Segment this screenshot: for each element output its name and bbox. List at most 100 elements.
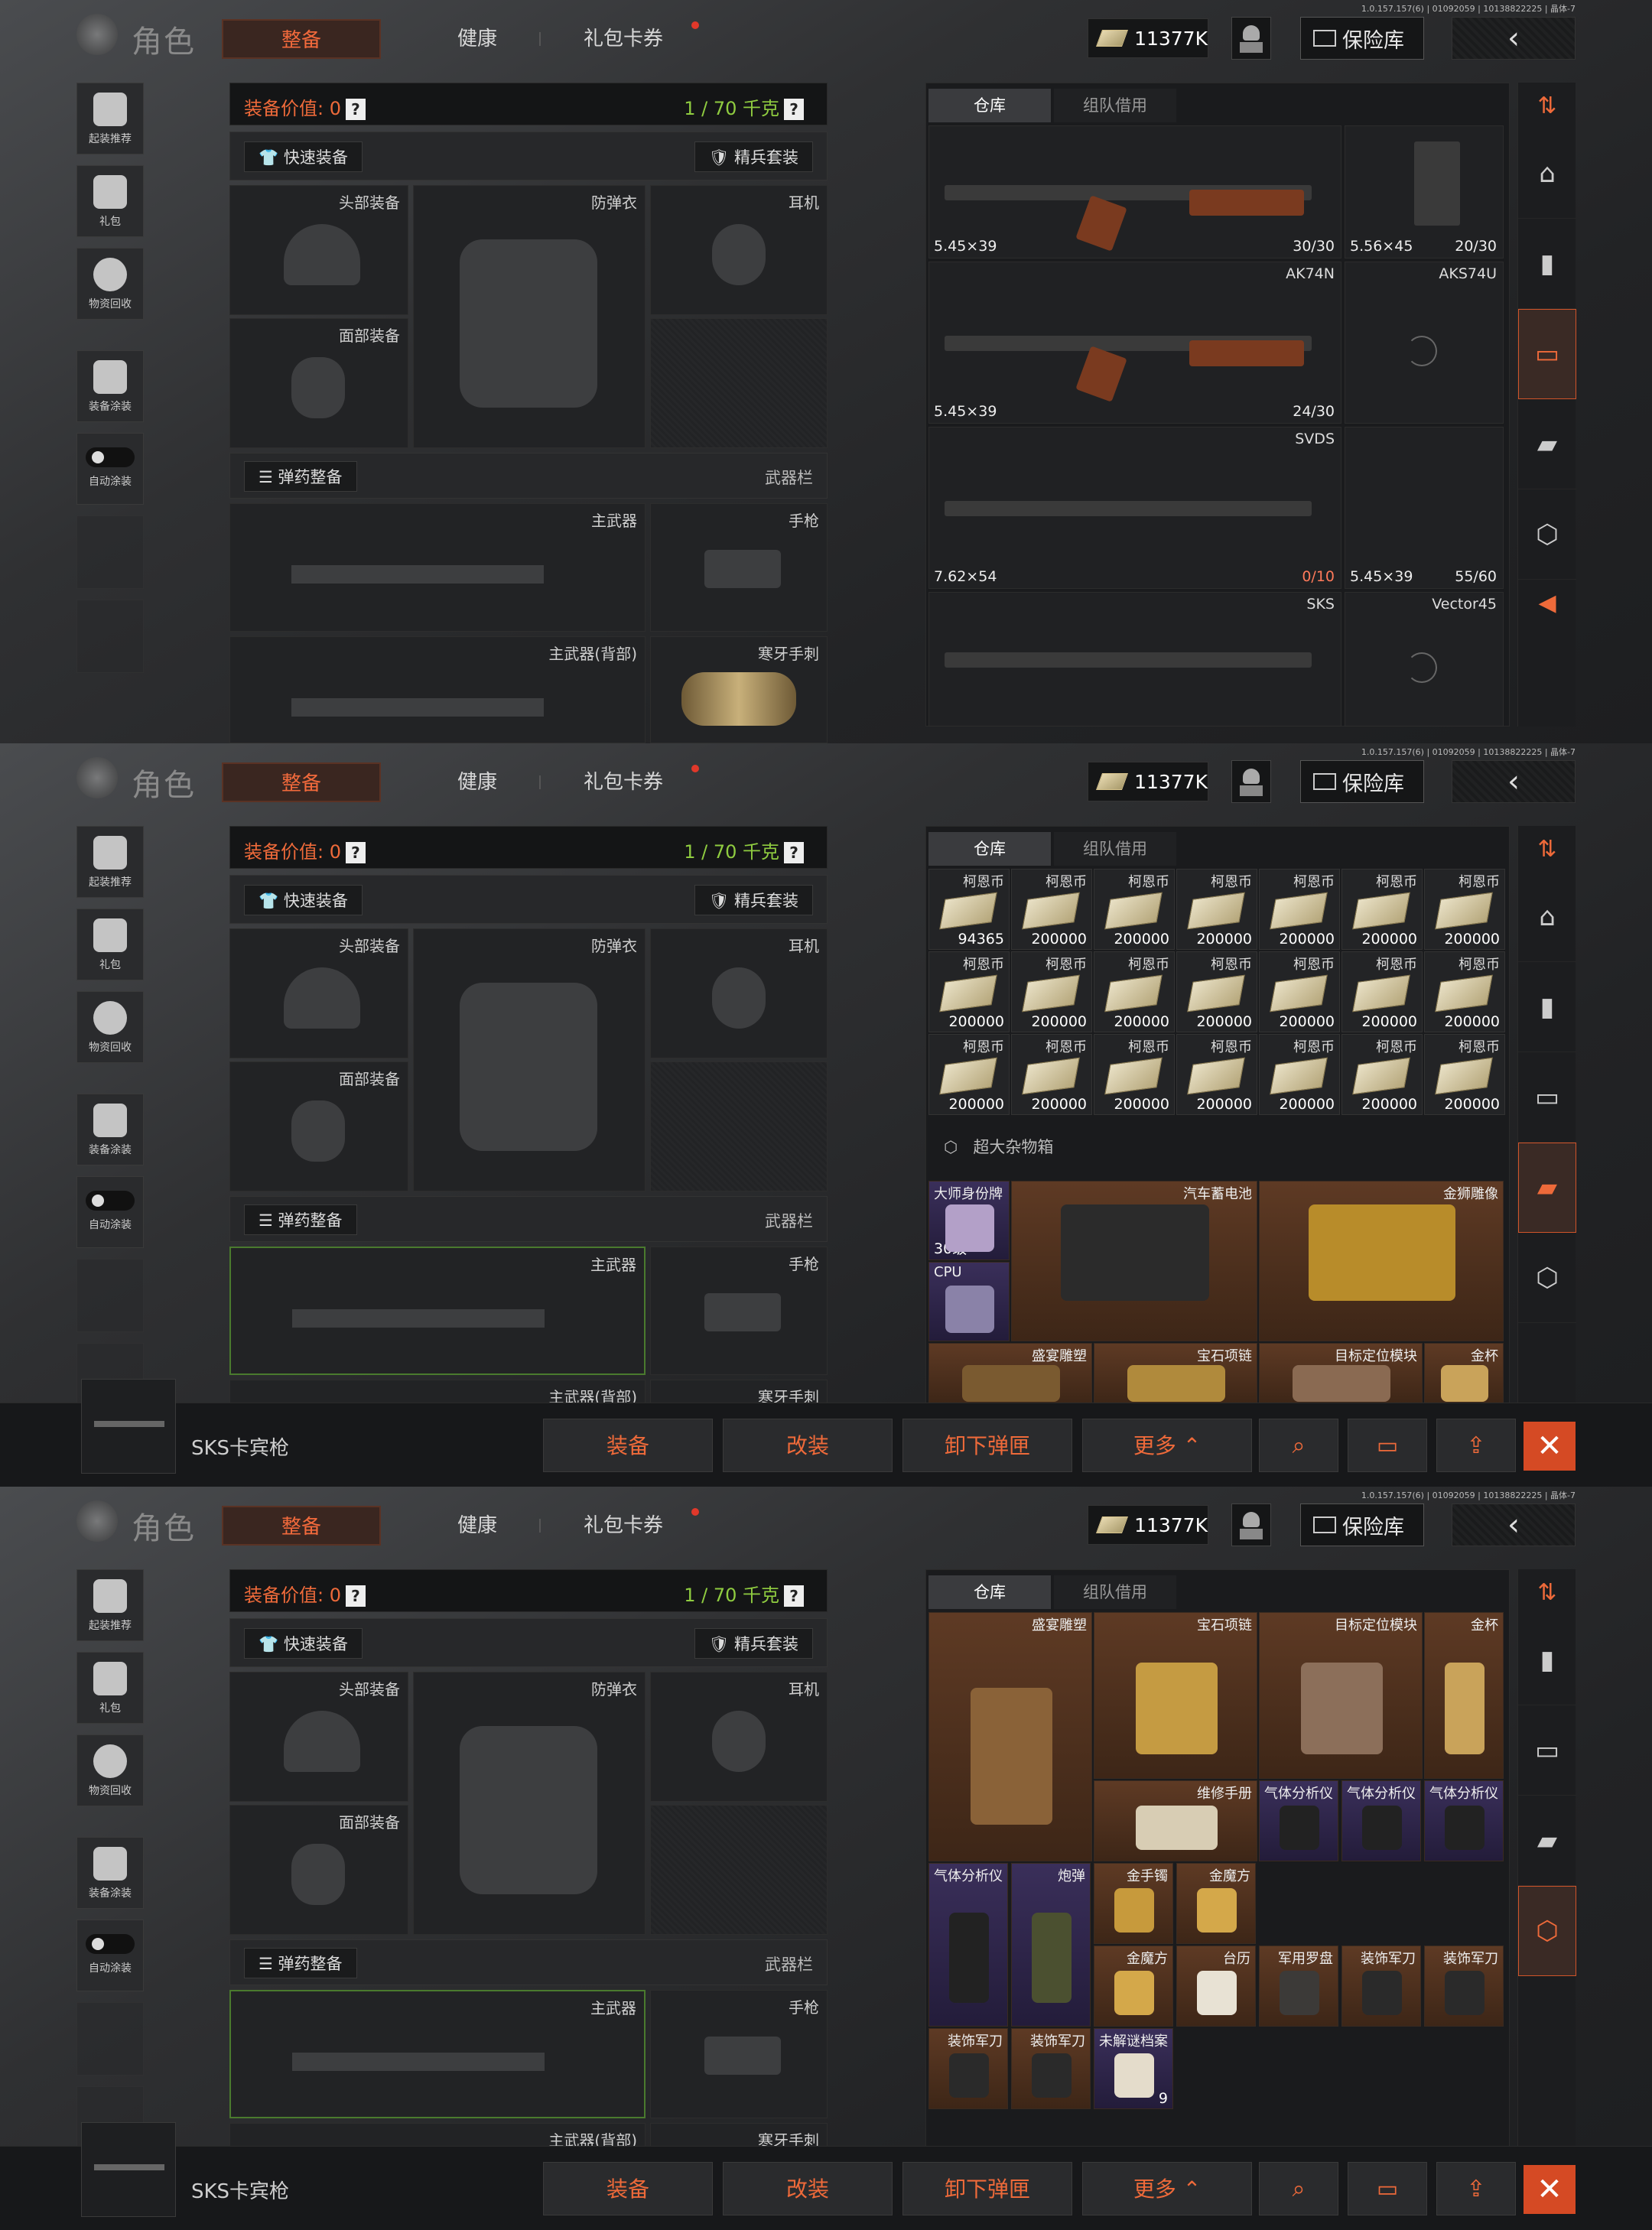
loot-item[interactable]: 汽车蓄电池 xyxy=(1011,1181,1257,1341)
tab-prepare[interactable]: 整备 xyxy=(222,762,381,802)
equip-button[interactable]: 装备 xyxy=(543,1419,713,1472)
tab-team-borrow[interactable]: 组队借用 xyxy=(1054,832,1176,866)
loot-item[interactable]: 目标定位模块 xyxy=(1259,1612,1423,1779)
loot-item[interactable]: 军用罗盘 xyxy=(1259,1946,1338,2027)
sidebar-armory-button[interactable]: ▭ xyxy=(1518,1705,1576,1796)
more-button[interactable]: 更多 ⌃ xyxy=(1082,2162,1252,2215)
armor-slot[interactable]: 防弹衣 xyxy=(413,185,646,448)
money-display[interactable]: 11377K xyxy=(1088,1505,1208,1545)
tab-gift-cards[interactable]: 礼包卡券 xyxy=(566,19,681,59)
search-button[interactable]: ⌕ xyxy=(1259,2162,1338,2215)
pistol-slot[interactable]: 手枪 xyxy=(650,1247,828,1375)
loot-item[interactable]: 金魔方 xyxy=(1176,1863,1256,1944)
tab-prepare[interactable]: 整备 xyxy=(222,1506,381,1546)
help-icon[interactable]: ? xyxy=(784,842,804,863)
cash-item[interactable]: 柯恩币 200000 xyxy=(928,951,1010,1032)
loot-item[interactable]: CPU xyxy=(928,1262,1010,1341)
cash-item[interactable]: 柯恩币 200000 xyxy=(1424,1034,1505,1115)
tab-health[interactable]: 健康 xyxy=(428,762,526,802)
unload-mag-button[interactable]: 卸下弹匣 xyxy=(902,2162,1072,2215)
auto-skin-toggle[interactable]: 自动涂装 xyxy=(76,1920,144,1991)
cash-item[interactable]: 柯恩币 200000 xyxy=(1424,951,1505,1032)
cash-item[interactable]: 柯恩币 200000 xyxy=(1094,1034,1175,1115)
gun-item[interactable]: 5.45×39 30/30 xyxy=(928,125,1341,258)
loot-item[interactable]: 气体分析仪 xyxy=(928,1863,1008,2027)
unload-button[interactable]: ▭ xyxy=(1348,1419,1427,1472)
tab-health[interactable]: 健康 xyxy=(428,19,526,59)
sort-icon[interactable]: ⇅ xyxy=(1518,1569,1576,1615)
loot-item[interactable]: 维修手册 xyxy=(1094,1780,1257,1861)
operator-icon[interactable] xyxy=(1231,1503,1271,1546)
pistol-slot[interactable]: 手枪 xyxy=(650,1990,828,2118)
quick-equip-button[interactable]: 👕 快速装备 xyxy=(244,141,363,172)
cash-item[interactable]: 柯恩币 200000 xyxy=(1341,951,1423,1032)
recycle-button[interactable]: 物资回收 xyxy=(76,1734,144,1806)
knife-slot[interactable]: 寒牙手刺 xyxy=(650,636,828,743)
ear-slot[interactable]: 耳机 xyxy=(650,185,828,315)
gift-button[interactable]: 礼包 xyxy=(76,165,144,237)
primary-weapon-slot[interactable]: 主武器 xyxy=(229,1990,646,2118)
equip-button[interactable]: 装备 xyxy=(543,2162,713,2215)
tab-team-borrow[interactable]: 组队借用 xyxy=(1054,89,1176,122)
cash-item[interactable]: 柯恩币 200000 xyxy=(1176,869,1257,950)
skin-button[interactable]: 装备涂装 xyxy=(76,350,144,422)
gun-item[interactable]: AKS74U xyxy=(1345,262,1504,424)
cash-item[interactable]: 柯恩币 200000 xyxy=(1094,951,1175,1032)
modify-button[interactable]: 改装 xyxy=(723,2162,893,2215)
loot-item[interactable]: 金手镯 xyxy=(1094,1863,1173,1944)
quick-equip-button[interactable]: 👕 快速装备 xyxy=(244,885,363,915)
loot-item[interactable]: 装饰军刀 xyxy=(1341,1946,1421,2027)
sidebar-armory-button[interactable]: ▭ xyxy=(1518,309,1576,399)
loot-item[interactable]: 装饰军刀 xyxy=(1424,1946,1504,2027)
gun-item[interactable]: Vector45 xyxy=(1345,592,1504,727)
tab-warehouse[interactable]: 仓库 xyxy=(928,89,1051,122)
elite-set-button[interactable]: 🛡 精兵套装 xyxy=(694,1628,813,1659)
head-slot[interactable]: 头部装备 xyxy=(229,185,408,315)
loadout-recommend-button[interactable]: 起装推荐 xyxy=(76,1569,144,1641)
toggle-switch[interactable] xyxy=(86,1934,135,1954)
crate-label[interactable]: ⬡ 超大杂物箱 xyxy=(944,1135,1053,1158)
back-button[interactable]: ‹ xyxy=(1452,17,1576,60)
skin-button[interactable]: 装备涂装 xyxy=(76,1094,144,1165)
back-button[interactable]: ‹ xyxy=(1452,760,1576,803)
recycle-button[interactable]: 物资回收 xyxy=(76,991,144,1063)
face-slot[interactable]: 面部装备 xyxy=(229,318,408,448)
head-slot[interactable]: 头部装备 xyxy=(229,1672,408,1802)
toggle-switch[interactable] xyxy=(86,1191,135,1211)
tab-gift-cards[interactable]: 礼包卡券 xyxy=(566,1506,681,1546)
cash-item[interactable]: 柯恩币 94365 xyxy=(928,869,1010,950)
tab-team-borrow[interactable]: 组队借用 xyxy=(1054,1575,1176,1609)
close-button[interactable]: ✕ xyxy=(1524,1422,1576,1471)
tab-gift-cards[interactable]: 礼包卡券 xyxy=(566,762,681,802)
modify-button[interactable]: 改装 xyxy=(723,1419,893,1472)
loot-item[interactable]: 目标定位模块 xyxy=(1259,1343,1423,1404)
loot-item[interactable]: 金杯 xyxy=(1424,1612,1504,1779)
loot-item[interactable]: 气体分析仪 xyxy=(1341,1780,1421,1861)
cash-item[interactable]: 柯恩币 200000 xyxy=(1011,951,1092,1032)
gift-button[interactable]: 礼包 xyxy=(76,1652,144,1724)
sidebar-crate-button[interactable]: ⬡ xyxy=(1518,1233,1576,1323)
ammo-prepare-button[interactable]: ☰ 弹药整备 xyxy=(244,1948,357,1978)
cash-item[interactable]: 柯恩币 200000 xyxy=(1341,869,1423,950)
cash-item[interactable]: 柯恩币 200000 xyxy=(1176,1034,1257,1115)
elite-set-button[interactable]: 🛡 精兵套装 xyxy=(694,885,813,915)
sidebar-home-button[interactable]: ⌂ xyxy=(1518,128,1576,219)
money-display[interactable]: 11377K xyxy=(1088,762,1208,801)
close-button[interactable]: ✕ xyxy=(1524,2165,1576,2214)
sidebar-cash-button[interactable]: ▰ xyxy=(1518,1796,1576,1886)
cash-item[interactable]: 柯恩币 200000 xyxy=(1259,951,1340,1032)
help-icon[interactable]: ? xyxy=(784,1585,804,1607)
pistol-slot[interactable]: 手枪 xyxy=(650,503,828,632)
ammo-prepare-button[interactable]: ☰ 弹药整备 xyxy=(244,1204,357,1235)
money-display[interactable]: 11377K xyxy=(1088,18,1208,58)
sidebar-ammo-button[interactable]: ▮ xyxy=(1518,962,1576,1052)
auto-skin-toggle[interactable]: 自动涂装 xyxy=(76,433,144,505)
cash-item[interactable]: 柯恩币 200000 xyxy=(1424,869,1505,950)
sell-button[interactable]: ⇪ xyxy=(1436,2162,1516,2215)
operator-icon[interactable] xyxy=(1231,17,1271,60)
loot-item[interactable]: 气体分析仪 xyxy=(1259,1780,1338,1861)
loot-item[interactable]: 大师身份牌30级 xyxy=(928,1181,1010,1260)
recycle-button[interactable]: 物资回收 xyxy=(76,248,144,320)
loot-item[interactable]: 金狮雕像 xyxy=(1259,1181,1504,1341)
cash-item[interactable]: 柯恩币 200000 xyxy=(1011,869,1092,950)
